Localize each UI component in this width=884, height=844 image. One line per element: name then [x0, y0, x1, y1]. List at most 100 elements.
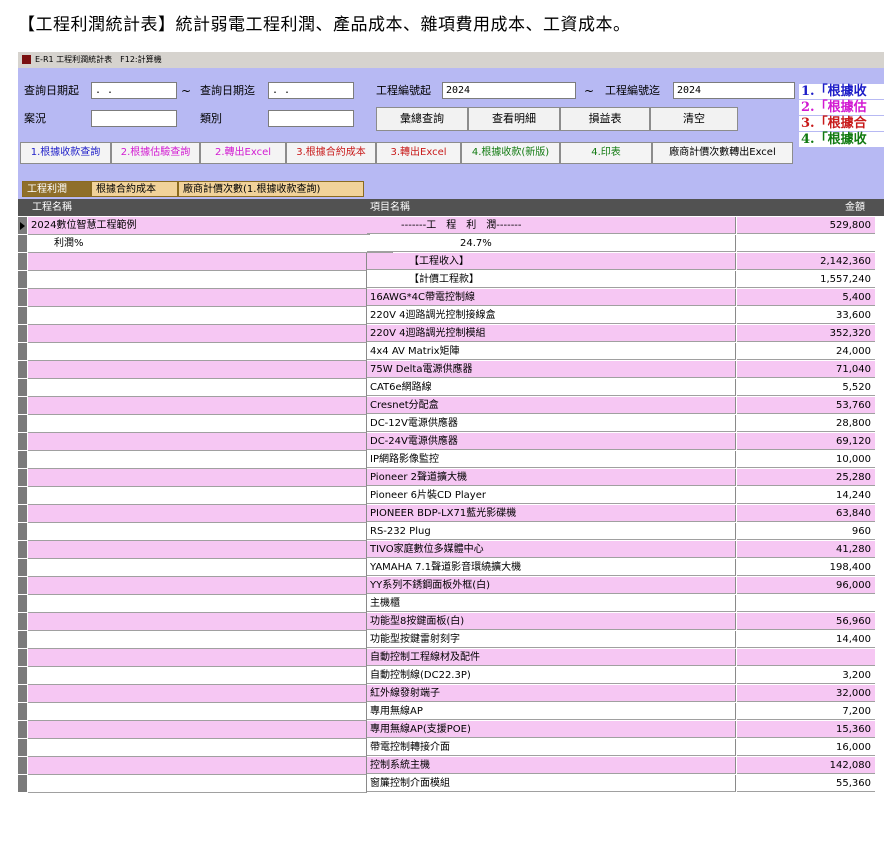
- row-indicator[interactable]: [18, 271, 27, 289]
- table-row[interactable]: 利潤% 24.7%: [18, 235, 884, 253]
- action-button-7[interactable]: 4.印表: [560, 142, 652, 164]
- status-input[interactable]: [91, 110, 177, 127]
- action-button-3[interactable]: 2.轉出Excel: [200, 142, 286, 164]
- row-indicator[interactable]: [18, 253, 27, 271]
- row-indicator[interactable]: [18, 469, 27, 487]
- table-row[interactable]: 窗簾控制介面模組 55,360: [18, 775, 884, 793]
- table-row[interactable]: 自動控制工程線材及配件: [18, 649, 884, 667]
- row-indicator[interactable]: [18, 775, 27, 793]
- tab-contract-cost[interactable]: 根據合約成本: [91, 181, 178, 197]
- table-row[interactable]: 紅外線發射端子 32,000: [18, 685, 884, 703]
- column-item-name[interactable]: 項目名稱: [370, 199, 410, 216]
- row-indicator[interactable]: [18, 757, 27, 775]
- table-row[interactable]: 75W Delta電源供應器 71,040: [18, 361, 884, 379]
- table-row[interactable]: 自動控制線(DC22.3P) 3,200: [18, 667, 884, 685]
- table-row[interactable]: 專用無線AP(支援POE) 15,360: [18, 721, 884, 739]
- cell-project-name: [28, 685, 367, 703]
- row-indicator[interactable]: [18, 415, 27, 433]
- row-indicator[interactable]: [18, 685, 27, 703]
- table-row[interactable]: Pioneer 6片裝CD Player 14,240: [18, 487, 884, 505]
- row-indicator[interactable]: [18, 307, 27, 325]
- column-project-name[interactable]: 工程名稱: [32, 199, 72, 216]
- table-row[interactable]: 4x4 AV Matrix矩陣 24,000: [18, 343, 884, 361]
- action-button-4[interactable]: 3.根據合約成本: [286, 142, 376, 164]
- row-indicator[interactable]: [18, 649, 27, 667]
- table-row[interactable]: DC-12V電源供應器 28,800: [18, 415, 884, 433]
- row-indicator[interactable]: [18, 631, 27, 649]
- table-row[interactable]: DC-24V電源供應器 69,120: [18, 433, 884, 451]
- cell-project-name: [28, 307, 367, 325]
- table-row[interactable]: Pioneer 2聲道擴大機 25,280: [18, 469, 884, 487]
- cell-item-name: Pioneer 6片裝CD Player: [367, 487, 736, 504]
- cell-project-name: [28, 289, 367, 307]
- table-row[interactable]: Cresnet分配盒 53,760: [18, 397, 884, 415]
- row-indicator[interactable]: [18, 433, 27, 451]
- row-indicator[interactable]: [18, 361, 27, 379]
- table-row[interactable]: 220V 4迴路調光控制接線盒 33,600: [18, 307, 884, 325]
- table-row[interactable]: 【工程收入】 2,142,360: [18, 253, 884, 271]
- row-indicator[interactable]: [18, 235, 27, 253]
- row-indicator[interactable]: [18, 217, 27, 235]
- table-row[interactable]: PIONEER BDP-LX71藍光影碟機 63,840: [18, 505, 884, 523]
- row-indicator[interactable]: [18, 289, 27, 307]
- row-indicator[interactable]: [18, 325, 27, 343]
- row-indicator[interactable]: [18, 487, 27, 505]
- table-row[interactable]: 帶電控制轉接介面 16,000: [18, 739, 884, 757]
- date-from-input[interactable]: . .: [91, 82, 177, 99]
- row-indicator[interactable]: [18, 595, 27, 613]
- table-row[interactable]: YY系列不銹鋼面板外框(白) 96,000: [18, 577, 884, 595]
- date-to-input[interactable]: . .: [268, 82, 354, 99]
- row-indicator[interactable]: [18, 343, 27, 361]
- table-row[interactable]: 控制系統主機 142,080: [18, 757, 884, 775]
- table-row[interactable]: RS-232 Plug 960: [18, 523, 884, 541]
- cell-item-name: 自動控制線(DC22.3P): [367, 667, 736, 684]
- row-indicator[interactable]: [18, 379, 27, 397]
- column-amount[interactable]: 金額: [845, 199, 865, 216]
- table-row[interactable]: 專用無線AP 7,200: [18, 703, 884, 721]
- category-input[interactable]: [268, 110, 354, 127]
- table-row[interactable]: 16AWG*4C帶電控制線 5,400: [18, 289, 884, 307]
- table-row[interactable]: 2024數位智慧工程範例 -------工 程 利 潤------- 529,800: [18, 217, 884, 235]
- clear-button[interactable]: 清空: [650, 107, 738, 131]
- row-indicator[interactable]: [18, 451, 27, 469]
- row-indicator[interactable]: [18, 397, 27, 415]
- category-label: 類別: [200, 112, 222, 125]
- cell-project-name: [28, 451, 367, 469]
- action-button-6[interactable]: 4.根據收款(新版): [461, 142, 560, 164]
- row-indicator[interactable]: [18, 505, 27, 523]
- row-indicator[interactable]: [18, 613, 27, 631]
- table-row[interactable]: 功能型8按鍵面板(白) 56,960: [18, 613, 884, 631]
- row-indicator[interactable]: [18, 577, 27, 595]
- pnl-button[interactable]: 損益表: [560, 107, 650, 131]
- cell-project-name: [28, 379, 367, 397]
- action-button-2[interactable]: 2.根據估驗查詢: [111, 142, 200, 164]
- table-row[interactable]: TIVO家庭數位多媒體中心 41,280: [18, 541, 884, 559]
- table-row[interactable]: CAT6e網路線 5,520: [18, 379, 884, 397]
- row-indicator[interactable]: [18, 703, 27, 721]
- action-button-8[interactable]: 廠商計價次數轉出Excel: [652, 142, 793, 164]
- row-indicator[interactable]: [18, 739, 27, 757]
- project-from-input[interactable]: 2024: [442, 82, 576, 99]
- tab-vendor-billing-count[interactable]: 廠商計價次數(1.根據收款查詢): [178, 181, 364, 197]
- cell-amount: 142,080: [737, 757, 875, 774]
- cell-amount: 2,142,360: [737, 253, 875, 270]
- table-row[interactable]: IP網路影像監控 10,000: [18, 451, 884, 469]
- summary-query-button[interactable]: 彙總查詢: [376, 107, 468, 131]
- row-indicator[interactable]: [18, 523, 27, 541]
- cell-project-name: [28, 505, 367, 523]
- table-row[interactable]: 功能型按鍵雷射刻字 14,400: [18, 631, 884, 649]
- table-row[interactable]: YAMAHA 7.1聲道影音環繞擴大機 198,400: [18, 559, 884, 577]
- table-row[interactable]: 220V 4迴路調光控制模組 352,320: [18, 325, 884, 343]
- detail-query-button[interactable]: 查看明細: [468, 107, 560, 131]
- row-indicator[interactable]: [18, 559, 27, 577]
- table-row[interactable]: 主機櫃: [18, 595, 884, 613]
- row-indicator[interactable]: [18, 721, 27, 739]
- table-row[interactable]: 【計價工程款】 1,557,240: [18, 271, 884, 289]
- action-button-5[interactable]: 3.轉出Excel: [376, 142, 461, 164]
- cell-item-name: 220V 4迴路調光控制接線盒: [367, 307, 736, 324]
- project-to-input[interactable]: 2024: [673, 82, 795, 99]
- tab-project-profit[interactable]: 工程利潤: [22, 181, 91, 197]
- action-button-1[interactable]: 1.根據收款查詢: [20, 142, 111, 164]
- row-indicator[interactable]: [18, 541, 27, 559]
- row-indicator[interactable]: [18, 667, 27, 685]
